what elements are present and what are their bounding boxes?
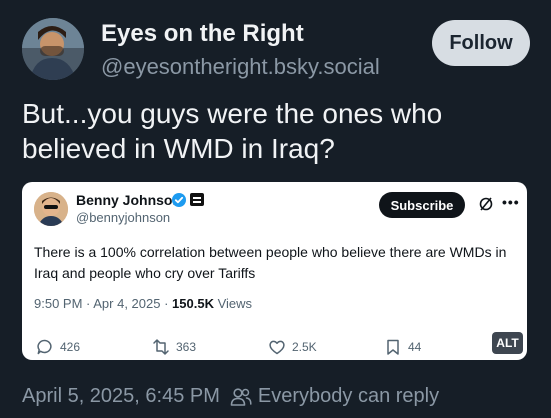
- follow-button[interactable]: Follow: [432, 20, 530, 66]
- repost-count: 363: [176, 340, 197, 354]
- bookmark-icon: [387, 339, 399, 355]
- bookmark-action: 44: [384, 338, 421, 356]
- grok-icon: [479, 197, 493, 211]
- post-timestamp[interactable]: April 5, 2025, 6:45 PM: [22, 385, 220, 408]
- embed-views-label: Views: [213, 296, 253, 311]
- org-badge-icon: [190, 193, 204, 206]
- like-icon: [269, 340, 285, 355]
- embed-text: There is a 100% correlation between peop…: [34, 244, 507, 281]
- author-handle[interactable]: @eyesontheright.bsky.social: [101, 54, 380, 80]
- author-avatar[interactable]: [22, 18, 84, 80]
- alt-text-badge[interactable]: ALT: [492, 332, 523, 354]
- embed-action-bar: 426 363 2.5K 44: [22, 338, 527, 358]
- post-text: But...you guys were the ones who believe…: [22, 98, 443, 164]
- repost-icon: [153, 339, 169, 355]
- author-name[interactable]: Eyes on the Right: [101, 20, 304, 48]
- verified-badge-icon: [172, 193, 186, 207]
- post-footer: April 5, 2025, 6:45 PM Everybody can rep…: [22, 385, 439, 408]
- repost-action: 363: [152, 338, 196, 356]
- embed-author-handle: @bennyjohnson: [76, 210, 171, 225]
- people-icon: [230, 387, 252, 406]
- more-icon: •••: [502, 194, 520, 210]
- subscribe-button: Subscribe: [379, 192, 465, 218]
- reply-setting[interactable]: Everybody can reply: [258, 385, 439, 408]
- reply-action: 426: [36, 338, 80, 356]
- embed-time: 9:50 PM · Apr 4, 2025 ·: [34, 296, 173, 311]
- reply-count: 426: [60, 340, 81, 354]
- embed-meta: 9:50 PM · Apr 4, 2025 · 150.5K Views: [34, 296, 252, 311]
- embed-views-count: 150.5K: [172, 296, 214, 311]
- like-action: 2.5K: [268, 338, 317, 356]
- reply-icon: [37, 339, 52, 355]
- embed-author-name: Benny Johnson: [76, 192, 182, 208]
- like-count: 2.5K: [292, 340, 317, 354]
- embedded-image[interactable]: Benny Johnson @bennyjohnson Subscribe ••…: [22, 182, 527, 360]
- bookmark-count: 44: [408, 340, 422, 354]
- embed-author-avatar: [34, 192, 68, 226]
